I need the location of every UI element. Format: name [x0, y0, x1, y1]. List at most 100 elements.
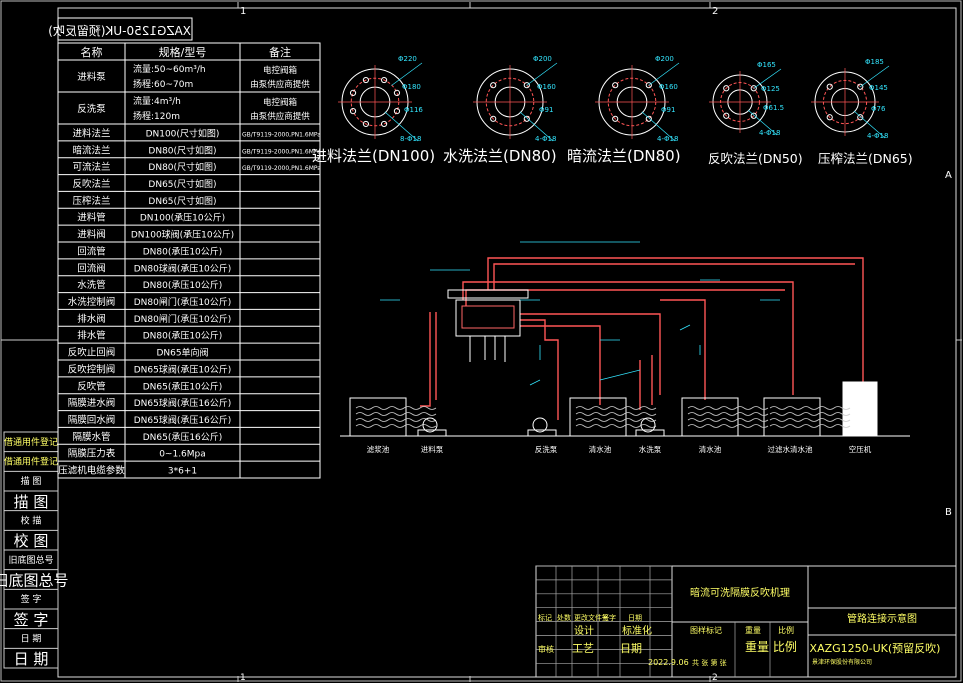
table-cell-name: 回流管 [77, 245, 106, 257]
pumps [417, 417, 665, 437]
flange-dimension: Φ180 [402, 83, 421, 91]
table-cell-spec: DN80闸门(承压10公斤) [134, 313, 232, 325]
flange-1: Φ200 Φ160 Φ91 4-Φ18 [473, 55, 558, 143]
table-cell-name: 水洗管 [77, 279, 106, 291]
table-cell-name: 反吹管 [77, 380, 106, 392]
spec-table: 名称 规格/型号 备注进料泵流量:50~60m³/h扬程:60~70m电控阀箱由泵供… [57, 42, 321, 479]
table-cell-name: 排水管 [77, 330, 106, 342]
table-cell-spec: DN65球阀(承压16公斤) [134, 414, 232, 426]
table-cell-note: 电控阀箱 [263, 65, 298, 76]
flange-dimension: 4-Φ18 [657, 135, 678, 143]
tb-date: 2022.9.06 [648, 658, 689, 667]
flange-dimension: Φ165 [757, 61, 776, 69]
flange-caption: 暗流法兰(DN80) [567, 147, 681, 165]
table-cell-name: 进料阀 [77, 229, 106, 241]
table-cell-spec: 流量:50~60m³/h [133, 63, 206, 75]
table-cell-name: 回流阀 [77, 262, 106, 274]
tb-label: 处数 [557, 613, 571, 622]
flange-dimension: 4-Φ18 [867, 132, 888, 140]
table-cell-spec: DN80(承压10公斤) [143, 246, 223, 257]
project-name: 暗流可洗隔膜反吹机理 [690, 586, 790, 599]
drawing-title: 管路连接示意图 [847, 612, 917, 625]
table-cell-spec: DN65(尺寸如图) [148, 195, 216, 207]
table-cell-spec: DN80(尺寸如图) [148, 161, 216, 173]
equipment-labels: 滤浆池 进料泵 反洗泵 清水池 水洗泵 清水池 过滤水清水池 空压机 [367, 444, 872, 454]
flange-caption: 反吹法兰(DN50) [708, 151, 803, 166]
side-label: 旧底图总号 [8, 554, 53, 566]
zone-label-2-bottom: 2 [712, 673, 718, 683]
tb-label: 设计 [574, 624, 594, 637]
table-cell-name: 进料法兰 [72, 127, 110, 139]
flange-4: Φ185 Φ145 Φ76 4-Φ18 [811, 58, 890, 140]
flange-dimension: Φ125 [761, 85, 780, 93]
side-label: 签 字 [14, 611, 49, 629]
table-cell-note: 电控阀箱 [263, 97, 298, 108]
side-label: 借通用件登记 [4, 456, 58, 468]
equipment-label: 滤浆池 [367, 444, 390, 454]
side-label: 校 图 [14, 532, 49, 550]
equipment-label: 进料泵 [421, 444, 444, 454]
table-cell-name: 反吹止回阀 [68, 347, 116, 359]
equipment-label: 空压机 [849, 444, 872, 454]
table-cell-spec: DN80(承压10公斤) [143, 280, 223, 291]
zone-label-1-bottom: 1 [240, 673, 246, 683]
zone-label-2: 2 [712, 6, 718, 17]
zone-label-a: A [945, 170, 952, 181]
table-cell-name: 隔膜水管 [72, 431, 110, 443]
table-cell-note: GB/T9119-2000,PN1.6MPa [242, 165, 321, 172]
side-label: 旧底图总号 [0, 572, 69, 590]
table-cell-name: 压滤机电缆参数 [58, 465, 125, 477]
table-cell-spec: DN65(承压10公斤) [143, 381, 223, 392]
flange-dimension: Φ200 [533, 55, 552, 63]
flange-dimension: Φ61.5 [763, 104, 784, 112]
tb-label: 审核 [538, 644, 554, 654]
mirrored-drawing-code: XAZG1250-UK(预留反吹) [48, 24, 191, 38]
tb-label: 工艺 [572, 642, 594, 655]
flange-3: Φ165 Φ125 Φ61.5 4-Φ18 [709, 61, 784, 137]
flange-dimension: Φ76 [871, 105, 886, 113]
table-cell-name: 可流法兰 [72, 161, 110, 173]
inner-border [57, 7, 957, 678]
flange-dimension: Φ160 [537, 83, 556, 91]
table-header: 备注 [269, 45, 291, 59]
drawing-canvas: 1 2 1 2 A B XAZG1250-UK(预留反吹) 借通用件登记借通用件… [0, 0, 962, 683]
flange-dimension: Φ91 [539, 106, 553, 114]
side-label: 签 字 [21, 593, 42, 605]
table-cell-name: 水洗控制阀 [68, 296, 116, 308]
table-cell-spec: DN80(承压10公斤) [143, 331, 223, 342]
zone-label-1: 1 [240, 6, 246, 17]
flange-0: Φ220 Φ180 Φ116 8-Φ18 [338, 55, 423, 143]
table-cell-spec: DN100(承压10公斤) [140, 213, 225, 224]
flange-caption: 压榨法兰(DN65) [818, 151, 913, 166]
flange-dimension: Φ91 [661, 106, 675, 114]
flange-dimension: 4-Φ18 [535, 135, 556, 143]
side-label: 日 期 [14, 650, 49, 668]
table-cell-spec: DN65球阀(承压10公斤) [134, 363, 232, 375]
flange-dimension: Φ185 [865, 58, 884, 66]
title-block: 暗流可洗隔膜反吹机理管路连接示意图 XAZG1250-UK(预留反吹) 景津环保股份… [535, 565, 957, 678]
equipment-label: 过滤水清水池 [768, 444, 813, 454]
table-cell-name: 反吹法兰 [72, 178, 110, 190]
table-cell-spec: DN100球阀(承压10公斤) [131, 229, 234, 241]
flange-dimension: Φ145 [869, 84, 888, 92]
side-label: 描 图 [21, 475, 42, 487]
tb-label: 图样标记 [690, 625, 722, 635]
side-label: 借通用件登记 [4, 436, 58, 448]
table-header: 名称 [81, 45, 103, 59]
drawing-code: XAZG1250-UK(预留反吹) [810, 642, 941, 655]
table-cell-spec: DN100(尺寸如图) [146, 127, 220, 139]
table-cell-spec: DN65单向阀 [156, 347, 208, 359]
tb-label: 签字 [602, 613, 616, 622]
table-cell-spec: DN80(尺寸如图) [148, 144, 216, 156]
table-cell-spec: DN80闸门(承压10公斤) [134, 296, 232, 308]
table-cell-spec: DN65(承压16公斤) [143, 432, 223, 443]
table-cell-name: 进料管 [77, 212, 106, 224]
filter-press [447, 289, 529, 362]
flange-2: Φ200 Φ160 Φ91 4-Φ18 [595, 55, 680, 143]
table-cell-spec: DN65球阀(承压16公斤) [134, 397, 232, 409]
table-header: 规格/型号 [159, 45, 207, 59]
zone-label-b: B [945, 507, 952, 518]
table-cell-spec: 3*6+1 [168, 467, 197, 477]
red-pipes [420, 257, 864, 420]
flange-dimension: Φ220 [398, 55, 417, 63]
